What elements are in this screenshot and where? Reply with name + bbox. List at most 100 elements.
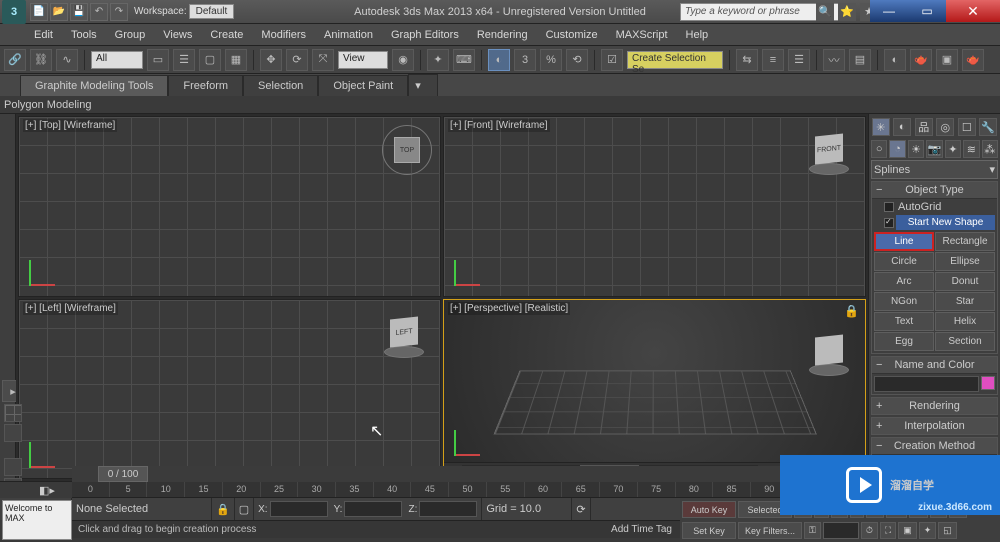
move-icon[interactable]: ✥ (260, 49, 282, 71)
helix-button[interactable]: Helix (935, 312, 995, 331)
timeline-ruler[interactable]: 0510152025303540455055606570758085909510… (72, 482, 864, 498)
timeline-tick[interactable]: 10 (147, 482, 185, 497)
unlink-icon[interactable]: ⛓ (30, 49, 52, 71)
viewport-label[interactable]: [+] [Left] [Wireframe] (23, 302, 118, 315)
line-button[interactable]: Line (874, 232, 934, 251)
timeline-tick[interactable]: 70 (600, 482, 638, 497)
viewcube-front[interactable]: FRONT (807, 125, 857, 175)
timeline-tick[interactable]: 85 (713, 482, 751, 497)
layout-single-icon[interactable] (4, 424, 22, 442)
systems-icon[interactable]: ⁂ (982, 140, 998, 158)
shapes-icon[interactable]: ◔ (889, 140, 905, 158)
time-slider-handle[interactable]: 0 / 100 (98, 466, 148, 482)
tab-selection[interactable]: Selection (243, 75, 318, 96)
nav-max-icon[interactable]: ◱ (938, 522, 957, 539)
snap-toggle-icon[interactable]: ◐ (488, 49, 510, 71)
add-time-tag-button[interactable]: Add Time Tag (611, 524, 672, 535)
star-button[interactable]: Star (935, 292, 995, 311)
menu-edit[interactable]: Edit (26, 26, 61, 44)
trackbar-toggle-icon[interactable]: ◧▸ (26, 482, 68, 498)
schematic-icon[interactable]: ▤ (849, 49, 871, 71)
menu-tools[interactable]: Tools (63, 26, 105, 44)
time-config-icon[interactable]: ⟳ (572, 498, 590, 520)
isolate-icon[interactable]: ▢ (235, 498, 254, 520)
angle-snap-icon[interactable]: 3 (514, 49, 536, 71)
ellipse-button[interactable]: Ellipse (935, 252, 995, 271)
close-button[interactable]: ✕ (946, 0, 1000, 22)
modify-tab-icon[interactable]: ◐ (893, 118, 911, 136)
layers-icon[interactable]: ☰ (788, 49, 810, 71)
egg-button[interactable]: Egg (874, 332, 934, 351)
viewport-label[interactable]: [+] [Top] [Wireframe] (23, 119, 117, 132)
new-icon[interactable]: 📄 (30, 3, 48, 21)
curve-editor-icon[interactable]: 〰 (823, 49, 845, 71)
timeline-tick[interactable]: 55 (487, 482, 525, 497)
autogrid-checkbox[interactable]: AutoGrid (874, 201, 995, 213)
menu-animation[interactable]: Animation (316, 26, 381, 44)
bind-icon[interactable]: ∿ (56, 49, 78, 71)
select-icon[interactable]: ▭ (147, 49, 169, 71)
menu-create[interactable]: Create (202, 26, 251, 44)
z-input[interactable] (419, 501, 477, 517)
welcome-panel[interactable]: Welcome to MAX (2, 500, 72, 540)
render-production-icon[interactable]: 🫖 (962, 49, 984, 71)
key-mode-icon[interactable]: ⚿ (804, 522, 821, 539)
save-icon[interactable]: 💾 (70, 3, 88, 21)
timeline-tick[interactable]: 75 (638, 482, 676, 497)
nav-zoomext-all-icon[interactable]: ▣ (898, 522, 917, 539)
material-editor-icon[interactable]: ◐ (884, 49, 906, 71)
menu-customize[interactable]: Customize (538, 26, 606, 44)
rollout-rendering[interactable]: +Rendering (871, 397, 998, 415)
rollout-header[interactable]: −Creation Method (872, 438, 997, 455)
timeline-tick[interactable]: 25 (261, 482, 299, 497)
lock-selection-icon[interactable]: 🔒 (212, 498, 235, 520)
edit-selection-set-icon[interactable]: ☑ (601, 49, 623, 71)
donut-button[interactable]: Donut (935, 272, 995, 291)
pivot-icon[interactable]: ◉ (392, 49, 414, 71)
arc-button[interactable]: Arc (874, 272, 934, 291)
keyfilters-button[interactable]: Key Filters... (738, 522, 802, 539)
rollout-header[interactable]: −Object Type (872, 182, 997, 199)
ngon-button[interactable]: NGon (874, 292, 934, 311)
time-config-button-icon[interactable]: ⏱ (861, 522, 878, 539)
motion-tab-icon[interactable]: ◎ (936, 118, 954, 136)
ribbon-expand-icon[interactable]: ▾ (408, 74, 438, 96)
search-icon[interactable]: 🔍 (816, 3, 834, 21)
timeline-tick[interactable]: 40 (374, 482, 412, 497)
scale-icon[interactable]: ⤧ (312, 49, 334, 71)
menu-views[interactable]: Views (155, 26, 200, 44)
align-icon[interactable]: ≡ (762, 49, 784, 71)
timeline-tick[interactable]: 5 (110, 482, 148, 497)
keyboard-icon[interactable]: ⌨ (453, 49, 475, 71)
nav-walk-icon[interactable]: ✦ (919, 522, 937, 539)
view-set1-icon[interactable] (4, 458, 22, 476)
start-new-shape-button[interactable]: Start New Shape (896, 215, 995, 230)
viewcube-left[interactable]: LEFT (382, 308, 432, 358)
menu-help[interactable]: Help (678, 26, 717, 44)
menu-maxscript[interactable]: MAXScript (608, 26, 676, 44)
utilities-tab-icon[interactable]: 🔧 (979, 118, 997, 136)
named-selection-dropdown[interactable]: Create Selection Se (627, 51, 723, 69)
app-icon[interactable]: 3 (2, 0, 26, 24)
timeline-tick[interactable]: 60 (525, 482, 563, 497)
timeline-tick[interactable]: 20 (223, 482, 261, 497)
percent-snap-icon[interactable]: % (540, 49, 562, 71)
rollout-interpolation[interactable]: +Interpolation (871, 417, 998, 435)
window-crossing-icon[interactable]: ▦ (225, 49, 247, 71)
rectangle-button[interactable]: Rectangle (935, 232, 995, 251)
lights-icon[interactable]: ☀ (908, 140, 924, 158)
autokey-button[interactable]: Auto Key (682, 501, 736, 518)
timeline-tick[interactable]: 80 (676, 482, 714, 497)
timeline-tick[interactable]: 50 (449, 482, 487, 497)
viewport-top[interactable]: [+] [Top] [Wireframe] TOP (18, 116, 441, 297)
rotate-icon[interactable]: ⟳ (286, 49, 308, 71)
timeline-tick[interactable]: 35 (336, 482, 374, 497)
timeline-tick[interactable]: 0 (72, 482, 110, 497)
helpers-icon[interactable]: ✦ (945, 140, 961, 158)
maximize-button[interactable]: ▭ (908, 0, 946, 22)
region-rect-icon[interactable]: ▢ (199, 49, 221, 71)
geometry-icon[interactable]: ○ (871, 140, 887, 158)
nav-zoomext-icon[interactable]: ⛶ (880, 522, 896, 539)
timeline-tick[interactable]: 15 (185, 482, 223, 497)
x-input[interactable] (270, 501, 328, 517)
